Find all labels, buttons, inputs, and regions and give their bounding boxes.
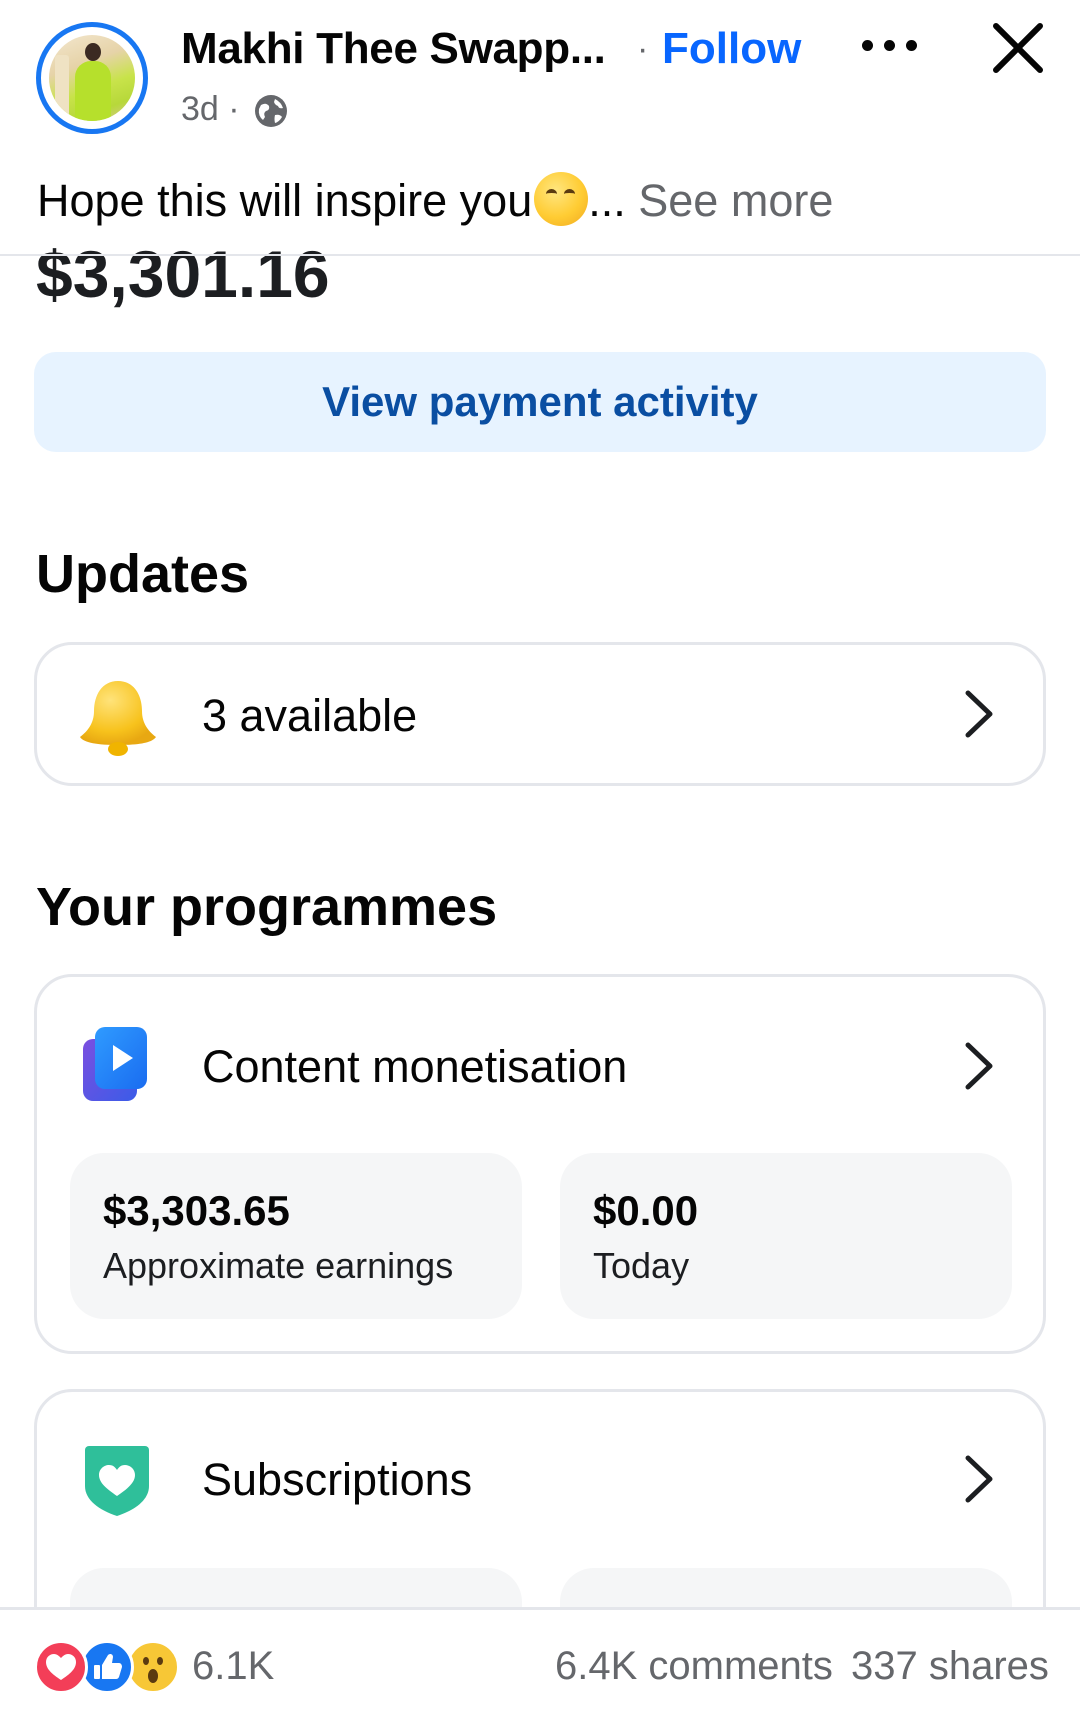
- caption-text: Hope this will inspire you: [37, 175, 533, 226]
- love-reaction-icon[interactable]: [34, 1640, 88, 1694]
- view-payment-activity-button[interactable]: View payment activity: [34, 352, 1046, 452]
- updates-card[interactable]: 3 available: [34, 642, 1046, 786]
- play-icon: [83, 1027, 147, 1101]
- wow-reaction-icon[interactable]: [126, 1640, 180, 1694]
- globe-icon: [255, 95, 287, 127]
- approximate-earnings-stat: $3,303.65 Approximate earnings: [70, 1153, 522, 1319]
- today-earnings-stat: $0.00 Today: [560, 1153, 1012, 1319]
- author-avatar[interactable]: [36, 22, 148, 134]
- avatar-photo: [49, 35, 135, 121]
- chevron-right-icon: [965, 1042, 993, 1090]
- stat-value: $3,303.65: [103, 1187, 290, 1234]
- post-header: Makhi Thee Swapp... · Follow 3d ·: [0, 0, 1080, 150]
- see-more-link[interactable]: See more: [638, 175, 833, 226]
- chevron-right-icon: [965, 690, 993, 738]
- close-icon[interactable]: [990, 20, 1046, 76]
- stat-label: Approximate earnings: [103, 1245, 454, 1286]
- caption-ellipsis: ...: [588, 175, 626, 226]
- content-monetisation-label: Content monetisation: [202, 1041, 628, 1092]
- balance-amount: $3,301.16: [36, 237, 330, 311]
- bell-icon: [80, 681, 156, 756]
- stat-value: $0.00: [593, 1187, 699, 1234]
- yum-emoji-icon: [534, 172, 589, 226]
- like-reaction-icon[interactable]: [80, 1640, 134, 1694]
- heart-shield-icon: [85, 1446, 149, 1516]
- post-footer: 6.1K 6.4K comments 337 shares: [0, 1607, 1080, 1711]
- reaction-count[interactable]: 6.1K: [192, 1644, 274, 1689]
- stat-label: Today: [593, 1245, 690, 1286]
- content-monetisation-card[interactable]: Content monetisation $3,303.65 Approxima…: [34, 974, 1046, 1354]
- more-icon[interactable]: [858, 30, 922, 60]
- updates-available-label: 3 available: [202, 690, 418, 741]
- updates-heading: Updates: [36, 544, 250, 604]
- caption-divider: [0, 254, 1080, 256]
- author-name[interactable]: Makhi Thee Swapp...: [181, 24, 606, 74]
- post-time: 3d ·: [181, 90, 240, 128]
- name-separator: ·: [637, 30, 649, 68]
- post-caption: Hope this will inspire you... See more: [37, 172, 833, 227]
- shares-count[interactable]: 337 shares: [851, 1644, 1049, 1689]
- subscriptions-label: Subscriptions: [202, 1454, 473, 1505]
- programmes-heading: Your programmes: [36, 877, 498, 937]
- comments-count[interactable]: 6.4K comments: [555, 1644, 833, 1689]
- chevron-right-icon: [965, 1455, 993, 1503]
- follow-button[interactable]: Follow: [662, 24, 801, 74]
